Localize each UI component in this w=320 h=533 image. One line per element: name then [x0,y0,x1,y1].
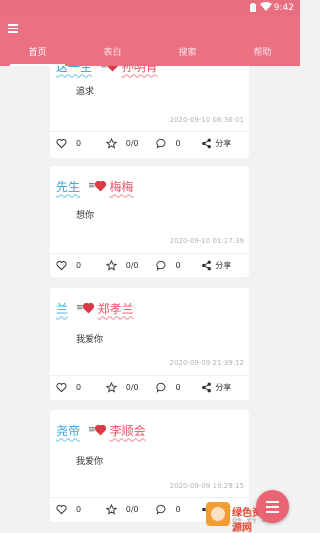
heart-outline-icon [56,260,67,270]
star-count: 0/0 [125,138,139,148]
post-message: 想你 [76,211,95,221]
post-card[interactable]: 这一生 ≡ 孙明育 追求 2020-09-10 08:36:01 0 0/0 0… [50,66,249,158]
love-link: ≡ [76,303,94,313]
star-button[interactable]: 0/0 [100,137,150,149]
receiver-name[interactable]: 郑孝兰 [98,300,134,317]
like-count: 0 [76,504,82,514]
comment-button[interactable]: 0 [150,382,200,393]
sender-name[interactable]: 兰 [56,300,68,317]
star-count: 0/0 [125,382,139,392]
sender-name[interactable]: 这一生 [56,66,92,75]
love-link: ≡ [88,181,106,191]
love-link: ≡ [100,66,118,71]
like-button[interactable]: 0 [50,382,100,393]
share-label: 分享 [215,138,232,148]
tab-search[interactable]: 搜索 [150,44,225,66]
comment-icon [155,382,165,393]
star-button[interactable]: 0/0 [100,381,150,393]
star-icon [105,137,117,149]
comment-icon [155,504,165,515]
share-button[interactable]: 分享 [199,138,249,149]
receiver-name[interactable]: 梅梅 [110,178,134,195]
post-message: 追求 [76,87,95,97]
like-button[interactable]: 0 [50,138,100,149]
post-message: 我爱你 [76,335,104,345]
post-time: 2020-09-09 21:39:12 [169,359,244,367]
post-time: 2020-09-10 01:17:39 [169,237,244,245]
share-icon [202,138,212,148]
status-bar: 9:42 [0,0,300,16]
star-icon [105,381,117,393]
like-button[interactable]: 0 [50,504,100,515]
post-card[interactable]: 先生 ≡ 梅梅 想你 2020-09-10 01:17:39 0 0/0 0 分… [50,166,249,277]
share-button[interactable]: 分享 [199,260,249,271]
like-count: 0 [76,260,82,270]
post-actions: 0 0/0 0 分享 [50,254,249,276]
heart-outline-icon [56,504,67,514]
star-button[interactable]: 0/0 [100,259,150,271]
post-actions: 0 0/0 0 分享 [50,132,249,154]
comment-icon [155,138,165,149]
battery-icon [250,3,256,12]
sender-name[interactable]: 尧帝 [56,422,80,439]
comment-count: 0 [175,382,181,392]
tab-bar: 首页 表白 搜索 帮助 [0,44,300,66]
like-count: 0 [76,138,82,148]
post-card[interactable]: 兰 ≡ 郑孝兰 我爱你 2020-09-09 21:39:12 0 0/0 0 … [50,288,249,400]
wifi-icon [260,2,272,11]
watermark-icon [206,502,230,526]
star-icon [105,503,117,515]
share-label: 分享 [215,260,232,270]
share-button[interactable]: 分享 [199,382,249,393]
status-time: 9:42 [273,3,294,13]
receiver-name[interactable]: 李顺会 [110,422,146,439]
comment-button[interactable]: 0 [150,260,200,271]
comment-icon [155,260,165,271]
app-bar: 首页 表白 搜索 帮助 [0,16,300,66]
heart-icon [95,181,106,191]
comment-button[interactable]: 0 [150,138,200,149]
post-feed[interactable]: 这一生 ≡ 孙明育 追求 2020-09-10 08:36:01 0 0/0 0… [0,66,300,533]
menu-fab-button[interactable] [256,490,289,523]
heart-icon [107,66,118,71]
star-count: 0/0 [125,260,139,270]
post-actions: 0 0/0 0 分享 [50,376,249,398]
like-count: 0 [76,382,82,392]
share-label: 分享 [215,382,232,392]
comment-count: 0 [175,504,181,514]
share-icon [202,260,212,270]
star-icon [105,259,117,271]
post-time: 2020-09-09 19:29:15 [169,482,244,490]
post-message: 我爱你 [76,457,104,467]
comment-count: 0 [175,260,181,270]
comment-count: 0 [175,138,181,148]
sender-name[interactable]: 先生 [56,178,80,195]
star-count: 0/0 [125,504,139,514]
heart-icon [83,303,94,313]
love-link: ≡ [88,425,106,435]
tab-confess[interactable]: 表白 [75,44,150,66]
menu-icon[interactable] [8,24,18,33]
tab-home[interactable]: 首页 [0,44,75,66]
heart-outline-icon [56,382,67,392]
tab-help[interactable]: 帮助 [225,44,300,66]
star-button[interactable]: 0/0 [100,503,150,515]
heart-outline-icon [56,138,67,148]
comment-button[interactable]: 0 [150,504,200,515]
heart-icon [95,425,106,435]
like-button[interactable]: 0 [50,260,100,271]
receiver-name[interactable]: 孙明育 [122,66,158,75]
share-icon [202,382,212,392]
post-time: 2020-09-10 08:36:01 [169,116,244,124]
